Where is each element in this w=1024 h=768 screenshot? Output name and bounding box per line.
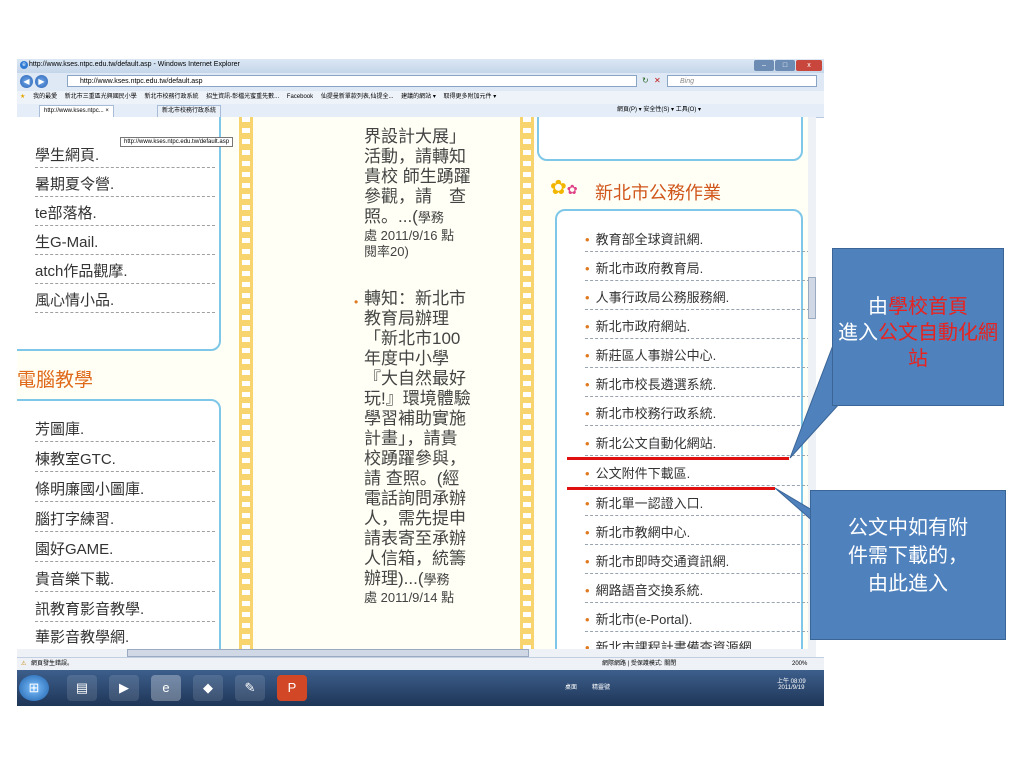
callout-2: 公文中如有附 件需下載的， 由此進入 — [810, 490, 1006, 640]
callout-1: 由學校首頁 進入公文自動化網站 — [832, 248, 1004, 406]
